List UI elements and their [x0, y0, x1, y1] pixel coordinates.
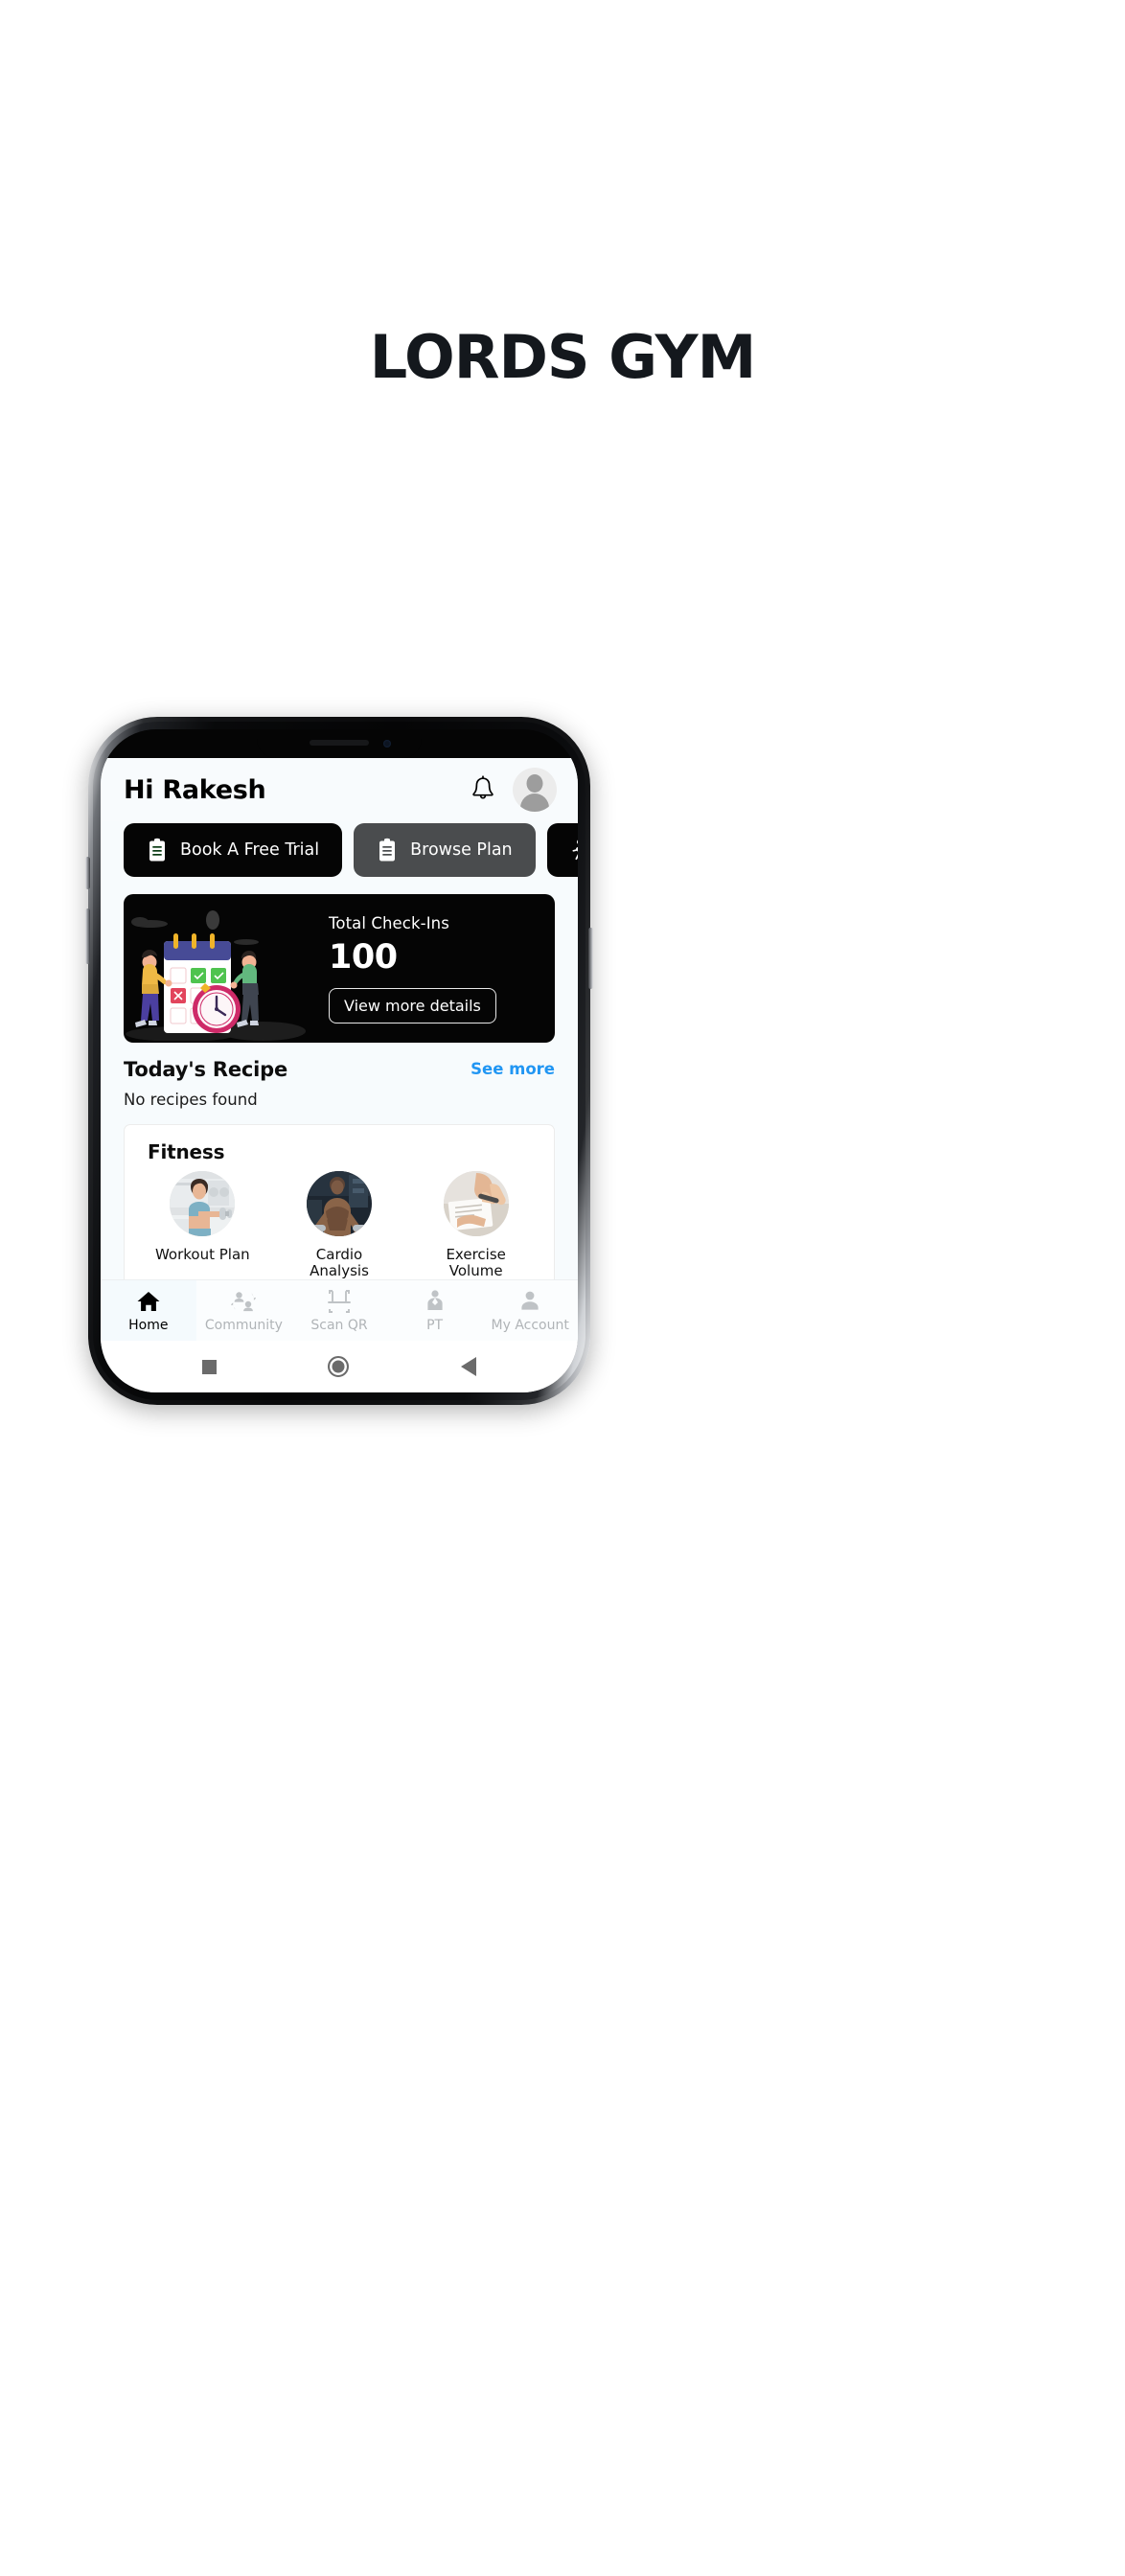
chip-label: Browse Plan: [410, 840, 513, 860]
square-icon[interactable]: [202, 1359, 218, 1374]
todays-recipe-section: Today's Recipe No recipes found See more: [101, 1043, 578, 1109]
app-viewport: Hi Rakesh Book A Free Trial Browse Plan …: [101, 758, 578, 1392]
phone-screen: Hi Rakesh Book A Free Trial Browse Plan …: [101, 729, 578, 1392]
page-title: LORDS GYM: [369, 322, 757, 392]
nav-item-pt[interactable]: PT: [387, 1280, 483, 1341]
tile-exercise-volume-graphs[interactable]: Exercise Volume Graphs: [407, 1171, 544, 1279]
nav-label: Scan QR: [310, 1317, 368, 1333]
volume-up-button[interactable]: [85, 857, 90, 889]
fitness-section-title: Fitness: [148, 1140, 225, 1163]
view-more-details-button[interactable]: View more details: [329, 987, 496, 1024]
nav-item-community[interactable]: Community: [196, 1280, 292, 1341]
chip-label: Book A Free Trial: [180, 840, 320, 860]
chip-free-session[interactable]: Fr: [546, 823, 578, 877]
phone-device-mockup: Hi Rakesh Book A Free Trial Browse Plan …: [85, 717, 593, 1405]
recipe-see-more-link[interactable]: See more: [471, 1058, 555, 1078]
running-person-icon: [570, 838, 578, 862]
front-camera-icon: [383, 740, 391, 748]
total-checkins-card[interactable]: Total Check-Ins 100 View more details: [124, 894, 555, 1043]
android-system-navigation-bar: [101, 1341, 578, 1392]
circle-icon[interactable]: [328, 1356, 350, 1377]
bell-icon[interactable]: [471, 775, 495, 804]
nav-item-my-account[interactable]: My Account: [482, 1280, 578, 1341]
header-actions: [471, 768, 557, 812]
fitness-tiles: Workout Plan Cardio Analysis Exercise Vo…: [134, 1171, 544, 1279]
recipe-text-block: Today's Recipe No recipes found: [124, 1058, 287, 1109]
calendar-checkin-illustration: [124, 897, 315, 1042]
earpiece-speaker: [310, 740, 369, 746]
nav-label: Home: [128, 1317, 169, 1333]
power-button[interactable]: [588, 928, 593, 989]
bottom-navigation-bar: Home Community Scan QR PT My Account: [101, 1279, 578, 1341]
recipe-empty-state: No recipes found: [124, 1091, 258, 1109]
tile-label: Exercise Volume Graphs: [446, 1246, 506, 1279]
tile-label: Workout Plan: [154, 1246, 250, 1263]
nav-label: Community: [204, 1317, 283, 1333]
person-icon: [517, 1289, 542, 1314]
fitness-section-card: Fitness Workout Plan Cardio Analysis Exe…: [124, 1124, 555, 1279]
tile-workout-plan[interactable]: Workout Plan: [134, 1171, 271, 1279]
app-scroll-body[interactable]: Total Check-Ins 100 View more details To…: [101, 877, 578, 1279]
nav-label: PT: [426, 1317, 444, 1333]
checkins-info: Total Check-Ins 100 View more details: [315, 914, 496, 1024]
phone-notch: [257, 729, 422, 758]
quick-action-chips: Book A Free Trial Browse Plan: [101, 823, 578, 877]
community-icon: [231, 1289, 257, 1314]
man-gym-cardio-photo: [307, 1171, 372, 1236]
tile-cardio-analysis[interactable]: Cardio Analysis: [271, 1171, 408, 1279]
avatar[interactable]: [513, 768, 557, 812]
checkins-value: 100: [329, 937, 398, 977]
app-header: Hi Rakesh: [101, 758, 578, 821]
chip-book-a-free-trial[interactable]: Book A Free Trial: [124, 823, 343, 877]
nav-label: My Account: [491, 1317, 569, 1333]
greeting-text: Hi Rakesh: [124, 774, 266, 805]
chip-browse-plan[interactable]: Browse Plan: [354, 823, 536, 877]
clipboard-icon: [377, 838, 398, 862]
avatar-silhouette-icon: [516, 770, 554, 812]
scan-qr-icon: [327, 1289, 352, 1314]
checkins-label: Total Check-Ins: [329, 913, 449, 932]
triangle-icon[interactable]: [460, 1357, 476, 1376]
hands-notebook-photo: [443, 1171, 509, 1236]
woman-dumbbell-photo: [170, 1171, 236, 1236]
nav-item-scan-qr[interactable]: Scan QR: [291, 1280, 387, 1341]
nav-item-home[interactable]: Home: [101, 1280, 196, 1341]
volume-down-button[interactable]: [85, 908, 90, 964]
clipboard-icon: [147, 838, 168, 862]
trainer-icon: [423, 1289, 448, 1314]
recipe-title: Today's Recipe: [124, 1058, 287, 1081]
tile-label: Cardio Analysis: [310, 1246, 369, 1279]
home-icon: [136, 1289, 161, 1314]
